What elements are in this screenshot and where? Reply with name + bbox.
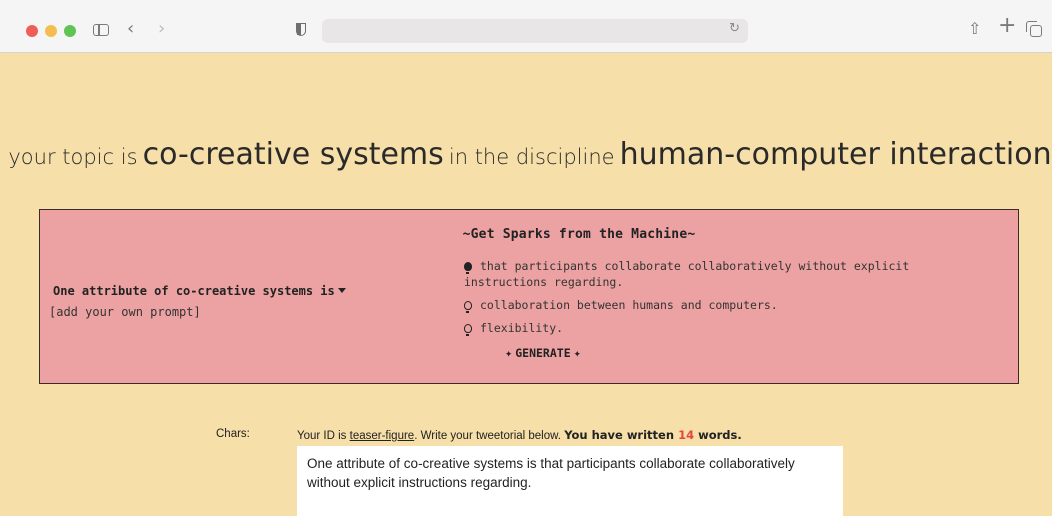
suggestion-item[interactable]: flexibility. [464,320,984,336]
back-icon[interactable]: ‹ [127,18,134,40]
panel-title: ~Get Sparks from the Machine~ [462,227,696,242]
suggestion-item[interactable]: collaboration between humans and compute… [464,297,984,313]
id-prefix: Your ID is [297,430,347,442]
heading-middle: in the discipline [448,145,615,169]
minimize-window-button[interactable] [45,25,57,37]
written-prefix: You have written [564,428,675,442]
topic-heading: your topic is co-creative systems in the… [0,137,1052,172]
reload-icon[interactable]: ↻ [729,21,740,36]
word-count: 14 [678,428,695,442]
written-suffix: words. [698,428,742,442]
heading-prefix: your topic is [8,145,138,169]
zoom-window-button[interactable] [64,25,76,37]
new-tab-icon[interactable]: + [998,15,1016,37]
discipline-text: human-computer interaction [619,137,1052,172]
sidebar-toggle-icon[interactable] [93,24,109,36]
tab-overview-icon[interactable] [1026,21,1042,37]
topic-text: co-creative systems [142,137,444,172]
id-info-line: Your ID is teaser-figure. Write your twe… [297,428,742,442]
id-link[interactable]: teaser-figure [350,430,415,442]
suggestion-text: flexibility. [480,321,564,335]
lightbulb-filled-icon [464,262,472,274]
word-count-status: You have written 14 words. [564,428,742,442]
suggestion-item[interactable]: that participants collaborate collaborat… [464,258,984,290]
sparks-panel: ~Get Sparks from the Machine~ One attrib… [39,209,1019,384]
generate-button[interactable]: ✦ GENERATE ✦ [502,346,584,360]
chars-label: Chars: [216,428,250,440]
lightbulb-icon [464,324,472,336]
own-prompt-input[interactable]: [add your own prompt] [49,305,201,319]
tweetorial-textarea[interactable]: One attribute of co-creative systems is … [297,446,843,516]
sparkle-icon: ✦ [505,346,513,360]
caret-down-icon [337,288,346,293]
forward-icon[interactable]: › [158,18,165,40]
address-bar[interactable]: ↻ [322,19,748,43]
sparkle-icon: ✦ [573,346,581,360]
id-suffix: . Write your tweetorial below. [414,430,561,442]
browser-toolbar: ‹ › ↻ ⇧ + [0,0,1052,53]
suggestion-list: that participants collaborate collaborat… [464,258,984,343]
close-window-button[interactable] [26,25,38,37]
suggestion-text: that participants collaborate collaborat… [464,259,910,289]
generate-label: GENERATE [515,346,571,360]
lightbulb-icon [464,301,472,313]
share-icon[interactable]: ⇧ [968,18,981,40]
prompt-label: One attribute of co-creative systems is [53,284,335,298]
suggestion-text: collaboration between humans and compute… [480,298,778,312]
prompt-dropdown[interactable]: One attribute of co-creative systems is [53,284,346,298]
privacy-shield-icon[interactable] [296,23,306,36]
